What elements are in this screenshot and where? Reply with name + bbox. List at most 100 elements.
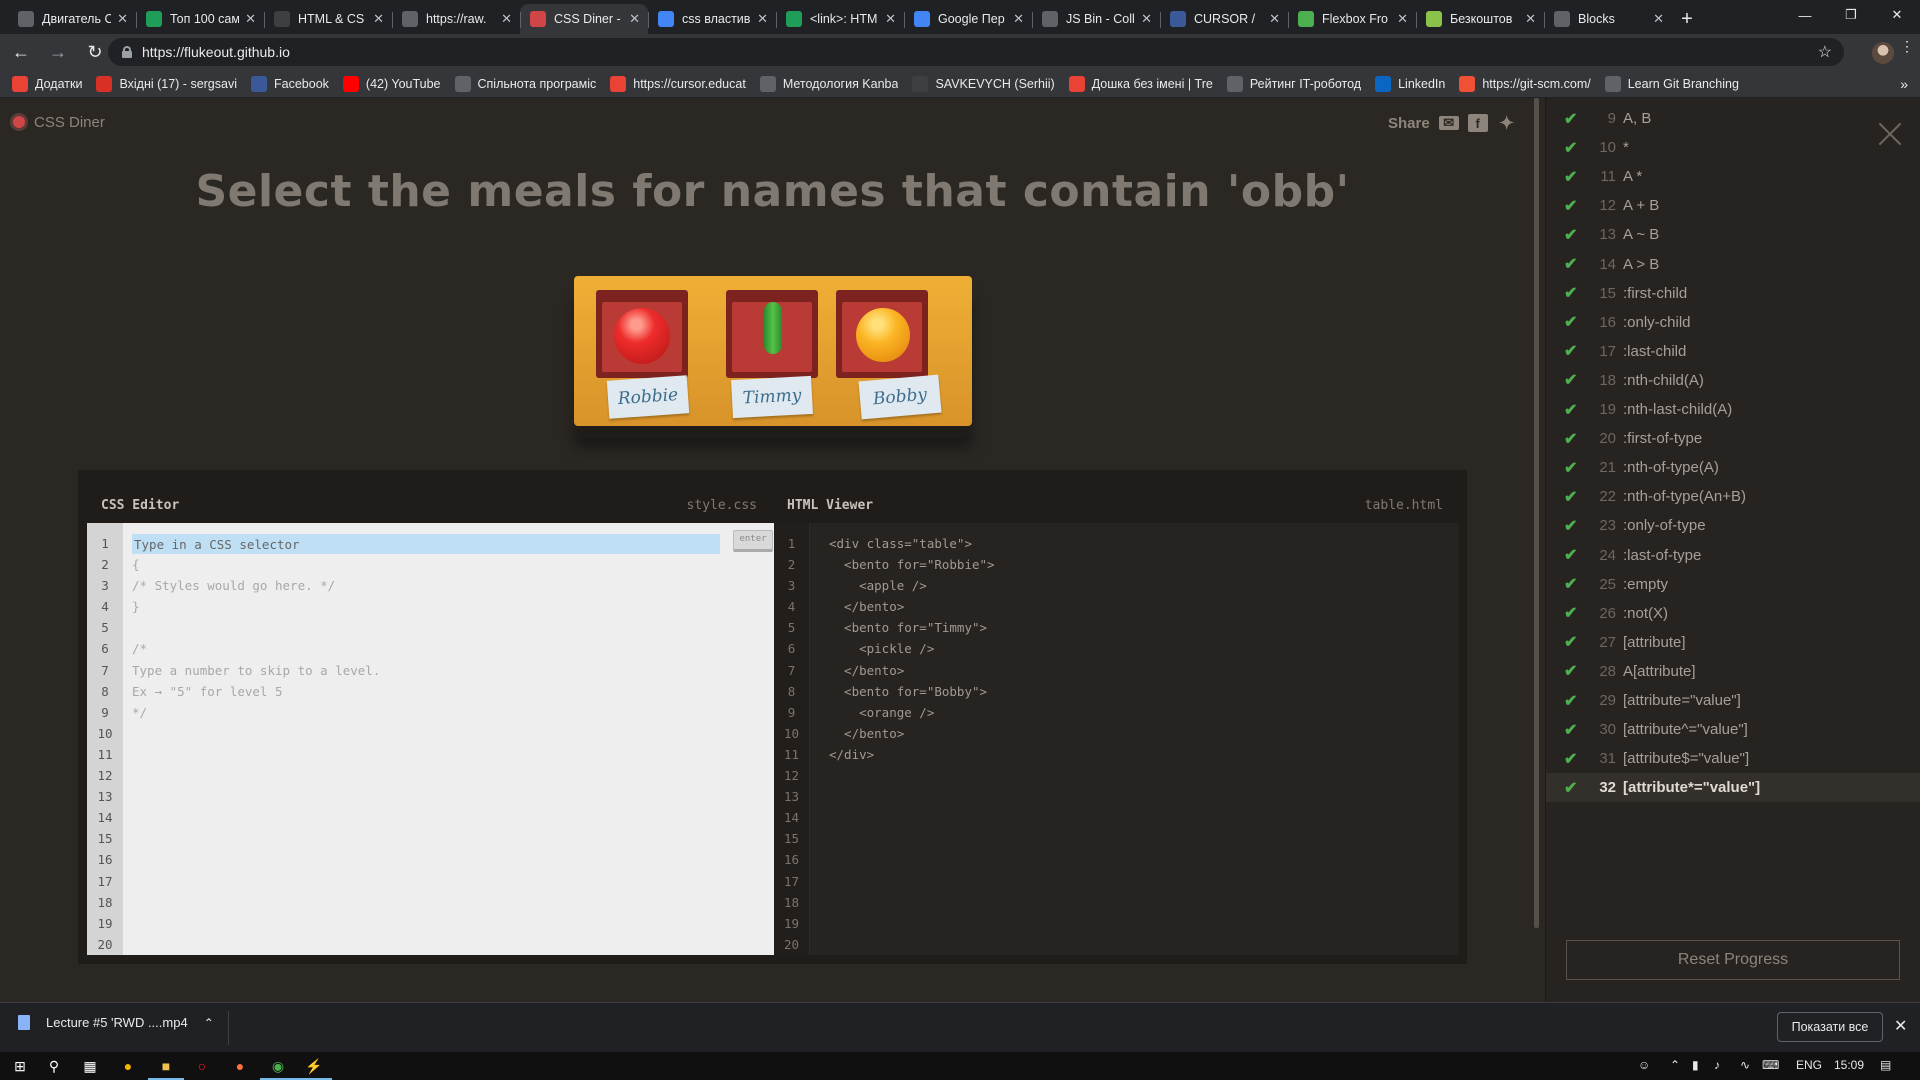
- browser-tab[interactable]: Google Пер ✕: [904, 4, 1032, 34]
- notifications-icon[interactable]: ▤: [1880, 1058, 1891, 1072]
- level-item[interactable]: ✔ 17:last-child: [1546, 337, 1920, 366]
- maximize-icon[interactable]: ❐: [1828, 0, 1874, 30]
- lock-icon[interactable]: [122, 46, 132, 58]
- bento-robbie[interactable]: [596, 290, 688, 378]
- minimize-icon[interactable]: —: [1782, 0, 1828, 30]
- windows-start-icon[interactable]: ⊞: [8, 1055, 32, 1077]
- back-icon[interactable]: ←: [5, 36, 37, 68]
- level-item[interactable]: ✔ 11 A *: [1546, 162, 1920, 191]
- bookmark-item[interactable]: SAVKEVYCH (Serhii): [912, 75, 1055, 92]
- level-item[interactable]: ✔ 16:only-child: [1546, 308, 1920, 337]
- twitter-icon[interactable]: ✦: [1497, 113, 1517, 133]
- level-item[interactable]: ✔ 32 [attribute*="value"]: [1546, 773, 1920, 803]
- tab-close-icon[interactable]: ✕: [885, 11, 896, 27]
- logo[interactable]: CSS Diner: [10, 113, 105, 131]
- level-item[interactable]: ✔ 29 [attribute="value"]: [1546, 686, 1920, 715]
- tab-close-icon[interactable]: ✕: [1141, 11, 1152, 27]
- tab-close-icon[interactable]: ✕: [629, 11, 640, 27]
- level-item[interactable]: ✔ 30 [attribute^="value"]: [1546, 715, 1920, 744]
- bookmark-star-icon[interactable]: ☆: [1818, 42, 1832, 62]
- level-item[interactable]: ✔ 24:last-of-type: [1546, 541, 1920, 570]
- file-explorer-icon[interactable]: ■: [148, 1055, 184, 1080]
- url-text[interactable]: https://flukeout.github.io: [142, 44, 290, 60]
- bookmark-item[interactable]: Дошка без імені | Tre: [1068, 75, 1213, 92]
- tab-close-icon[interactable]: ✕: [1525, 11, 1536, 27]
- level-item[interactable]: ✔ 23:only-of-type: [1546, 511, 1920, 540]
- tab-close-icon[interactable]: ✕: [501, 11, 512, 27]
- app-icon[interactable]: ●: [116, 1055, 140, 1077]
- browser-tab[interactable]: css властив ✕: [648, 4, 776, 34]
- bento-timmy[interactable]: [726, 290, 818, 378]
- search-icon[interactable]: ⚲: [42, 1055, 66, 1077]
- browser-tab[interactable]: <link>: HTM ✕: [776, 4, 904, 34]
- download-item[interactable]: Lecture #5 'RWD ....mp4 ⌃: [18, 1015, 214, 1030]
- close-window-icon[interactable]: ✕: [1874, 0, 1920, 30]
- tab-close-icon[interactable]: ✕: [1653, 11, 1664, 27]
- volume-icon[interactable]: ♪: [1714, 1058, 1720, 1072]
- tab-close-icon[interactable]: ✕: [245, 11, 256, 27]
- tab-close-icon[interactable]: ✕: [373, 11, 384, 27]
- address-bar[interactable]: https://flukeout.github.io ☆: [108, 38, 1844, 66]
- apple-icon[interactable]: [614, 308, 670, 364]
- tab-close-icon[interactable]: ✕: [117, 11, 128, 27]
- bookmark-item[interactable]: Вхідні (17) - sergsavi: [96, 75, 237, 92]
- level-item[interactable]: ✔ 12 A + B: [1546, 191, 1920, 220]
- pickle-icon[interactable]: [764, 302, 782, 354]
- forward-icon[interactable]: →: [42, 36, 74, 68]
- reload-icon[interactable]: ↻: [79, 36, 111, 68]
- task-view-icon[interactable]: ▦: [78, 1055, 102, 1077]
- browser-tab[interactable]: Flexbox Fro ✕: [1288, 4, 1416, 34]
- language-indicator[interactable]: ENG: [1796, 1058, 1822, 1072]
- level-item[interactable]: ✔ 20:first-of-type: [1546, 424, 1920, 453]
- level-item[interactable]: ✔ 21:nth-of-type(A): [1546, 453, 1920, 482]
- bookmark-item[interactable]: LinkedIn: [1375, 75, 1445, 92]
- profile-avatar[interactable]: [1872, 42, 1894, 64]
- tab-close-icon[interactable]: ✕: [1013, 11, 1024, 27]
- level-item[interactable]: ✔ 31 [attribute$="value"]: [1546, 744, 1920, 773]
- bento-bobby[interactable]: [836, 290, 928, 378]
- people-icon[interactable]: ☺: [1638, 1058, 1650, 1072]
- level-item[interactable]: ✔ 9 A, B: [1546, 104, 1920, 133]
- tab-close-icon[interactable]: ✕: [757, 11, 768, 27]
- opera-icon[interactable]: ○: [190, 1055, 214, 1077]
- firefox-icon[interactable]: ●: [228, 1055, 252, 1077]
- bookmark-item[interactable]: Facebook: [251, 75, 329, 92]
- page-scrollbar[interactable]: [1534, 98, 1539, 928]
- level-item[interactable]: ✔ 27 [attribute]: [1546, 628, 1920, 657]
- chrome-icon[interactable]: ◉: [260, 1055, 296, 1080]
- level-item[interactable]: ✔ 25:empty: [1546, 570, 1920, 599]
- bookmark-item[interactable]: Методология Kanba: [759, 75, 898, 92]
- show-all-button[interactable]: Показати все: [1777, 1012, 1883, 1042]
- browser-menu-icon[interactable]: ⋮: [1900, 39, 1914, 53]
- browser-tab[interactable]: Двигатель С ✕: [8, 4, 136, 34]
- close-download-bar-icon[interactable]: ✕: [1894, 1016, 1907, 1036]
- level-item[interactable]: ✔ 26:not(X): [1546, 599, 1920, 628]
- level-item[interactable]: ✔ 14 A > B: [1546, 250, 1920, 279]
- browser-tab[interactable]: Безкоштов ✕: [1416, 4, 1544, 34]
- battery-icon[interactable]: ▮: [1692, 1058, 1699, 1072]
- level-item[interactable]: ✔ 18:nth-child(A): [1546, 366, 1920, 395]
- bookmark-item[interactable]: https://git-scm.com/: [1459, 75, 1591, 92]
- level-item[interactable]: ✔ 13 A ~ B: [1546, 220, 1920, 249]
- level-item[interactable]: ✔ 22:nth-of-type(An+B): [1546, 482, 1920, 511]
- tray-expand-icon[interactable]: ⌃: [1670, 1058, 1680, 1072]
- level-item[interactable]: ✔ 15:first-child: [1546, 279, 1920, 308]
- tab-close-icon[interactable]: ✕: [1397, 11, 1408, 27]
- orange-icon[interactable]: [856, 308, 910, 362]
- level-item[interactable]: ✔ 19:nth-last-child(A): [1546, 395, 1920, 424]
- sublime-text-icon[interactable]: ⚡: [296, 1055, 332, 1080]
- keyboard-icon[interactable]: ⌨: [1762, 1058, 1779, 1072]
- wifi-icon[interactable]: ∿: [1740, 1058, 1750, 1072]
- bookmark-item[interactable]: Спільнота програміс: [454, 75, 596, 92]
- bookmark-item[interactable]: Додатки: [12, 75, 82, 92]
- bookmark-item[interactable]: Learn Git Branching: [1604, 75, 1739, 92]
- reset-progress-button[interactable]: Reset Progress: [1566, 940, 1900, 980]
- bookmark-item[interactable]: https://cursor.educat: [610, 75, 746, 92]
- chevron-up-icon[interactable]: ⌃: [204, 1016, 214, 1030]
- browser-tab[interactable]: Blocks ✕: [1544, 4, 1672, 34]
- bookmark-item[interactable]: (42) YouTube: [342, 75, 441, 92]
- browser-tab[interactable]: HTML & CS ✕: [264, 4, 392, 34]
- clock[interactable]: 15:09: [1834, 1058, 1864, 1072]
- browser-tab[interactable]: https://raw. ✕: [392, 4, 520, 34]
- tab-close-icon[interactable]: ✕: [1269, 11, 1280, 27]
